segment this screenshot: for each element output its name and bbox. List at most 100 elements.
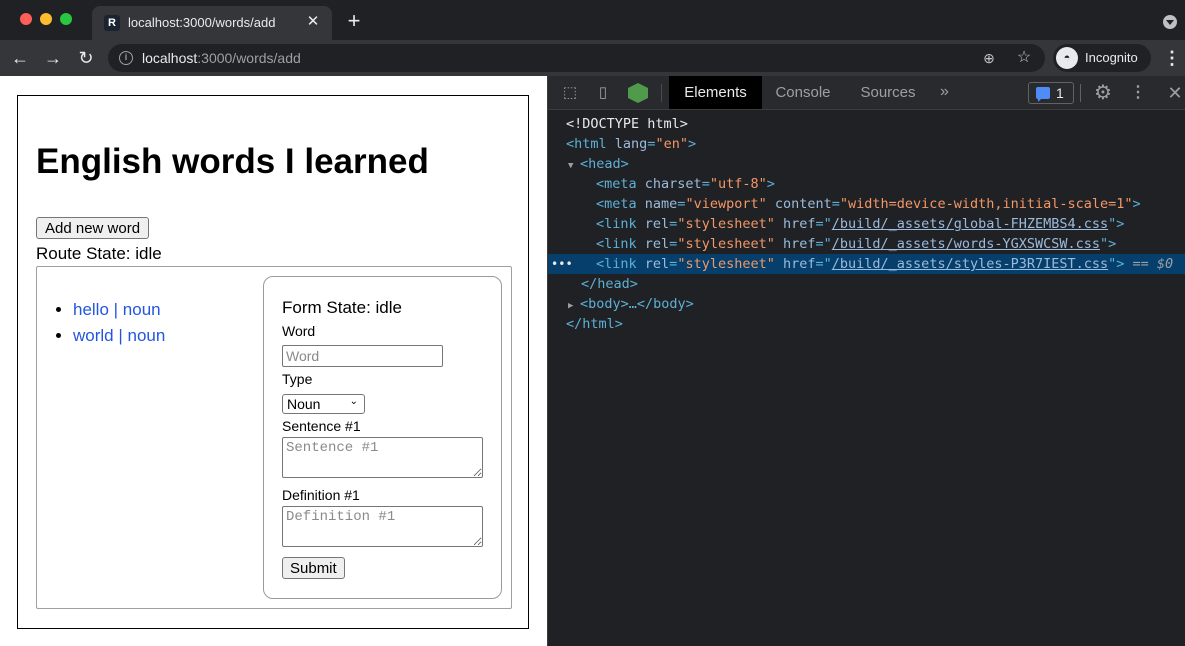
back-arrow-icon[interactable]: ←	[8, 46, 32, 70]
stylesheet-link[interactable]: /build/_assets/styles-P3R7IEST.css	[832, 256, 1108, 272]
collapse-triangle-icon[interactable]: ▶	[568, 296, 580, 316]
attr-value: "en"	[655, 136, 688, 152]
tag-text: <html	[566, 136, 607, 152]
devtools-panel: ⬚ ▯ Elements Console Sources » 1 ⚙ ⋮ ✕ <…	[547, 76, 1185, 646]
selected-marker: == $0	[1132, 256, 1174, 272]
dom-node-link-selected[interactable]: ••• <link rel="stylesheet" href="/build/_…	[548, 254, 1185, 274]
word-link-world[interactable]: world | noun	[73, 326, 165, 345]
definition-textarea[interactable]	[282, 506, 483, 547]
type-label: Type	[282, 371, 313, 387]
attr-name: charset	[644, 176, 702, 192]
attr-value: "stylesheet"	[677, 236, 775, 252]
minimize-window-button[interactable]	[40, 13, 52, 25]
stylesheet-link[interactable]: /build/_assets/words-YGXSWCSW.css	[832, 236, 1100, 252]
new-tab-button[interactable]: +	[343, 10, 365, 32]
dom-node-meta-charset[interactable]: <meta charset="utf-8">	[548, 174, 1185, 194]
word-input[interactable]	[282, 345, 443, 367]
site-info-icon[interactable]: i	[119, 51, 133, 65]
tab-close-icon[interactable]: ✕	[304, 13, 322, 31]
browser-toolbar: ← → ↻ i localhost:3000/words/add ⊕ ☆ ◓ I…	[0, 40, 1185, 76]
bookmark-star-icon[interactable]: ☆	[1015, 49, 1033, 67]
dom-node-html-close[interactable]: </html>	[548, 314, 1185, 334]
stylesheet-link[interactable]: /build/_assets/global-FHZEMBS4.css	[832, 216, 1108, 232]
url-text[interactable]: localhost:3000/words/add	[142, 50, 301, 66]
tab-console[interactable]: Console	[762, 76, 844, 109]
dom-node-head-close[interactable]: </head>	[548, 274, 1185, 294]
remix-favicon-icon: R	[104, 15, 120, 31]
tab-sources[interactable]: Sources	[848, 76, 928, 109]
incognito-label: Incognito	[1085, 50, 1138, 65]
reload-icon[interactable]: ↻	[74, 46, 98, 70]
tag-text: <body>…</body>	[580, 296, 694, 312]
list-item: world | noun	[73, 323, 165, 349]
definition-label: Definition #1	[282, 487, 360, 503]
devtools-menu-icon[interactable]: ⋮	[1130, 82, 1146, 104]
toolbar-divider	[1080, 84, 1081, 102]
incognito-badge[interactable]: ◓ Incognito	[1053, 44, 1151, 72]
attr-name: content	[774, 196, 832, 212]
devtools-toolbar: ⬚ ▯ Elements Console Sources » 1 ⚙ ⋮ ✕	[548, 76, 1185, 110]
add-word-form: Form State: idle Word Type Noun ⌄ Senten…	[263, 276, 502, 599]
inspect-element-icon[interactable]: ⬚	[560, 83, 580, 103]
close-window-button[interactable]	[20, 13, 32, 25]
settings-gear-icon[interactable]: ⚙	[1092, 82, 1114, 104]
more-tabs-chevron-icon[interactable]: »	[940, 83, 949, 101]
sentence-textarea[interactable]	[282, 437, 483, 478]
node-devtools-icon[interactable]	[628, 83, 648, 103]
issues-button[interactable]: 1	[1028, 82, 1074, 104]
doctype-text: <!DOCTYPE html>	[566, 116, 688, 132]
word-list: hello | noun world | noun	[73, 297, 165, 349]
tag-close: >	[687, 136, 697, 152]
browser-menu-icon[interactable]: ⋮	[1162, 46, 1182, 70]
dom-node-link[interactable]: <link rel="stylesheet" href="/build/_ass…	[548, 214, 1185, 234]
toolbar-divider	[661, 84, 662, 102]
list-item: hello | noun	[73, 297, 165, 323]
submit-button[interactable]: Submit	[282, 557, 345, 579]
issues-count: 1	[1056, 85, 1064, 101]
url-host: localhost	[142, 50, 198, 66]
add-new-word-button[interactable]: Add new word	[36, 217, 150, 239]
device-toolbar-icon[interactable]: ▯	[593, 83, 613, 103]
tag-text: </html>	[566, 316, 623, 332]
forward-arrow-icon[interactable]: →	[41, 46, 65, 70]
issues-message-icon	[1036, 87, 1050, 102]
attr-value: "viewport"	[685, 196, 767, 212]
type-select[interactable]: Noun ⌄	[282, 394, 365, 414]
attr-value: "utf-8"	[709, 176, 767, 192]
app-container: English words I learned Add new word Rou…	[17, 95, 529, 629]
incognito-icon: ◓	[1056, 47, 1078, 69]
attr-value: "stylesheet"	[677, 216, 775, 232]
page-title: English words I learned	[36, 142, 429, 181]
devtools-close-icon[interactable]: ✕	[1166, 82, 1184, 104]
attr-value: "stylesheet"	[677, 256, 775, 272]
dom-node-html[interactable]: <html lang="en">	[548, 134, 1185, 154]
dom-node-body[interactable]: ▶ <body>…</body>	[548, 294, 1185, 314]
dom-node-meta-viewport[interactable]: <meta name="viewport" content="width=dev…	[548, 194, 1185, 214]
browser-titlebar: R localhost:3000/words/add ✕ +	[0, 0, 1185, 40]
attr-value: "width=device-width,initial-scale=1"	[839, 196, 1133, 212]
tag-text: <meta	[596, 196, 637, 212]
tab-elements[interactable]: Elements	[669, 76, 762, 109]
attr-name: name	[644, 196, 678, 212]
zoom-icon[interactable]: ⊕	[981, 50, 997, 66]
tag-text: <head>	[580, 156, 629, 172]
dom-node-head[interactable]: ▼ <head>	[548, 154, 1185, 174]
dom-node-doctype[interactable]: <!DOCTYPE html>	[548, 114, 1185, 134]
browser-tab[interactable]: R localhost:3000/words/add ✕	[92, 6, 332, 40]
word-label: Word	[282, 323, 316, 339]
dom-node-link[interactable]: <link rel="stylesheet" href="/build/_ass…	[548, 234, 1185, 254]
sentence-label: Sentence #1	[282, 418, 361, 434]
dom-tree: <!DOCTYPE html> <html lang="en"> ▼ <head>…	[548, 114, 1185, 334]
words-outlet: hello | noun world | noun Form State: id…	[36, 266, 512, 609]
maximize-window-button[interactable]	[60, 13, 72, 25]
address-bar[interactable]: i localhost:3000/words/add ⊕ ☆	[108, 44, 1045, 72]
more-actions-icon[interactable]: •••	[551, 254, 573, 274]
tag-text: <meta	[596, 176, 637, 192]
tab-search-icon[interactable]	[1163, 15, 1177, 29]
tag-close: >	[1132, 196, 1141, 212]
url-path: :3000/words/add	[197, 50, 301, 66]
word-link-hello[interactable]: hello | noun	[73, 300, 161, 319]
chevron-down-icon: ⌄	[349, 396, 358, 407]
attr-name: lang	[614, 136, 648, 152]
expand-triangle-icon[interactable]: ▼	[568, 156, 580, 176]
